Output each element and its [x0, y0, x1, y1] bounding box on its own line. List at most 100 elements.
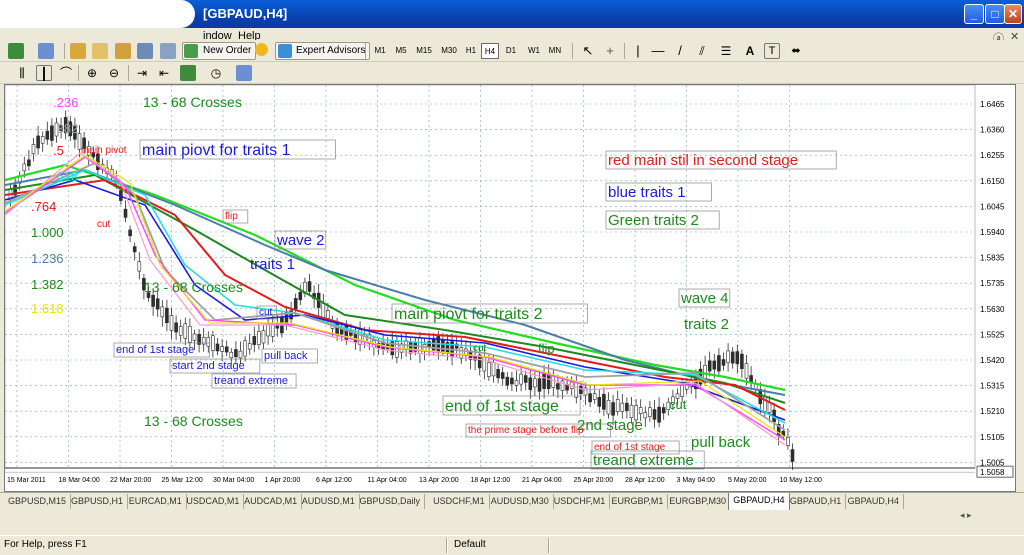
- symbol-tab[interactable]: AUDCAD,M1: [240, 494, 303, 509]
- timeframe-w1[interactable]: W1: [524, 43, 544, 59]
- chart-annotation-treand-a[interactable]: treand extreme: [214, 375, 288, 387]
- chart-annotation-cut3[interactable]: cut: [473, 343, 487, 354]
- symbol-tab[interactable]: GBPUSD,M15: [4, 494, 72, 509]
- chart-annotation-main-pivot-traits1[interactable]: main piovt for traits 1: [142, 142, 291, 159]
- chart-annotation-legend-red[interactable]: red main stil in second stage: [608, 152, 798, 169]
- candle-body: [542, 372, 546, 389]
- symbol-tab[interactable]: GBPAUD,H1: [786, 494, 847, 509]
- chart-annotation-end-1st-a[interactable]: end of 1st stage: [116, 344, 194, 356]
- timeframe-h4[interactable]: H4: [481, 43, 499, 59]
- chart-annotation-crosses-top[interactable]: 13 - 68 Crosses: [143, 94, 242, 110]
- text-tool-icon[interactable]: A: [742, 43, 758, 59]
- zoom-out-icon[interactable]: ⊖: [106, 65, 122, 81]
- chart-shift-icon[interactable]: ⇤: [156, 65, 172, 81]
- timeframe-m5[interactable]: M5: [391, 43, 411, 59]
- crosshair-icon[interactable]: +: [602, 43, 618, 59]
- minimize-button[interactable]: _: [964, 4, 984, 24]
- fibonacci-icon[interactable]: ☰: [718, 43, 734, 59]
- market-watch-icon[interactable]: [70, 43, 86, 59]
- timeframe-d1[interactable]: D1: [502, 43, 520, 59]
- autoscroll-icon[interactable]: ⇥: [134, 65, 150, 81]
- zoom-in-icon[interactable]: ⊕: [84, 65, 100, 81]
- cursor-icon[interactable]: ↖: [580, 43, 596, 59]
- terminal-icon[interactable]: [137, 43, 153, 59]
- candle-body: [266, 324, 270, 337]
- chart-annotation-wave2[interactable]: wave 2: [276, 232, 325, 249]
- chart-annotation-prime-stage[interactable]: the prime stage before flip: [468, 425, 584, 436]
- profiles-icon[interactable]: [38, 43, 54, 59]
- horizontal-line-icon[interactable]: —: [650, 43, 666, 59]
- price-chart[interactable]: 1.6465 1.6360 1.6255 1.6150 1.6045 1.5940 1.58…: [4, 84, 1016, 492]
- candle-body: [579, 385, 583, 394]
- candle-body: [500, 372, 505, 379]
- symbol-tab[interactable]: EURGBP,M1: [608, 494, 669, 509]
- symbol-tab[interactable]: USDCAD,M1: [182, 494, 245, 509]
- new-order-icon: [184, 44, 198, 58]
- strategy-tester-icon[interactable]: [160, 43, 176, 59]
- candle-body: [321, 303, 326, 319]
- chart-annotation-cut4[interactable]: cut: [669, 397, 687, 412]
- candlestick-icon[interactable]: ┃: [36, 65, 52, 81]
- text-label-icon[interactable]: T: [764, 43, 780, 59]
- chart-annotation-pullback-a[interactable]: pull back: [264, 350, 308, 362]
- timeframe-m30[interactable]: M30: [437, 43, 461, 59]
- arrows-icon[interactable]: ⬌: [788, 43, 804, 59]
- candle-body: [740, 353, 744, 369]
- line-chart-icon[interactable]: ⌒: [58, 65, 74, 81]
- chart-annotation-crosses-bottom[interactable]: 13 - 68 Crosses: [144, 413, 243, 429]
- indicators-icon[interactable]: [180, 65, 196, 81]
- chart-annotation-legend-blue[interactable]: blue traits 1: [608, 184, 686, 201]
- timeframe-m15[interactable]: M15: [412, 43, 436, 59]
- symbol-tab[interactable]: EURCAD,M1: [125, 494, 187, 509]
- autotrading-icon[interactable]: [255, 43, 268, 56]
- timeframe-h1[interactable]: H1: [462, 43, 480, 59]
- timeframe-m1[interactable]: M1: [370, 43, 390, 59]
- tab-scroll-arrows[interactable]: ◂ ▸: [960, 510, 1020, 526]
- chart-annotation-main-pivot-traits2[interactable]: main piovt for traits 2: [394, 306, 543, 323]
- new-chart-icon[interactable]: [8, 43, 24, 59]
- bar-chart-icon[interactable]: ⫼: [14, 65, 30, 81]
- chart-annotation-traits1[interactable]: traits 1: [250, 256, 295, 273]
- symbol-tab[interactable]: USDCHF,M1: [550, 494, 611, 509]
- maximize-button[interactable]: □: [985, 4, 1005, 24]
- chart-annotation-cut2[interactable]: cut: [259, 307, 273, 318]
- chart-annotation-flip2[interactable]: flip: [538, 341, 555, 356]
- templates-icon[interactable]: [236, 65, 252, 81]
- data-window-icon[interactable]: [92, 43, 108, 59]
- status-profile: Default: [454, 539, 486, 550]
- chart-annotation-wave4[interactable]: wave 4: [680, 290, 729, 307]
- candle-body: [537, 378, 542, 392]
- candle-body: [459, 347, 464, 359]
- vertical-line-icon[interactable]: |: [630, 43, 646, 59]
- symbol-tab[interactable]: GBPAUD,H4: [728, 493, 790, 511]
- chart-annotation-pullback-b[interactable]: pull back: [691, 434, 751, 451]
- symbol-tab[interactable]: GBPAUD,H4: [844, 494, 904, 509]
- symbol-tab[interactable]: AUDUSD,M1: [298, 494, 360, 509]
- symbol-tab[interactable]: AUDUSD,M30: [487, 494, 554, 509]
- candle-body: [602, 393, 606, 410]
- chart-annotation-stage2nd[interactable]: 2nd stage: [577, 417, 643, 434]
- symbol-tab[interactable]: GBPUSD,Daily: [356, 494, 426, 509]
- chart-annotation-cut1[interactable]: cut: [97, 219, 111, 230]
- symbol-tab[interactable]: GBPUSD,H1: [67, 494, 129, 509]
- symbol-tab[interactable]: EURGBP,M30: [665, 494, 732, 509]
- navigator-icon[interactable]: [115, 43, 131, 59]
- periods-icon[interactable]: ◷: [208, 65, 224, 81]
- close-button[interactable]: ✕: [1004, 4, 1022, 24]
- trendline-icon[interactable]: /: [672, 43, 688, 59]
- symbol-tab[interactable]: USDCHF,M1: [429, 494, 490, 509]
- chart-annotation-crosses-mid[interactable]: 13 - 68 Crosses: [144, 279, 243, 295]
- candle-body: [27, 159, 31, 167]
- chart-annotation-legend-green[interactable]: Green traits 2: [608, 212, 699, 229]
- chart-annotation-traits2[interactable]: traits 2: [684, 316, 729, 333]
- channel-icon[interactable]: ⫽: [694, 43, 710, 59]
- timeframe-mn[interactable]: MN: [545, 43, 565, 59]
- chart-annotation-main-pivot-small[interactable]: main pivot: [81, 145, 127, 156]
- candle-body: [132, 246, 137, 253]
- chart-annotation-start-2nd[interactable]: start 2nd stage: [172, 360, 245, 372]
- chart-annotation-end-1st-b[interactable]: end of 1st stage: [445, 398, 559, 415]
- chart-annotation-flip1[interactable]: flip: [225, 211, 238, 222]
- chart-annotation-treand-b[interactable]: treand extreme: [593, 452, 694, 469]
- title-bar: [GBPAUD,H4] _ □ ✕: [0, 0, 1024, 28]
- candle-body: [45, 130, 50, 140]
